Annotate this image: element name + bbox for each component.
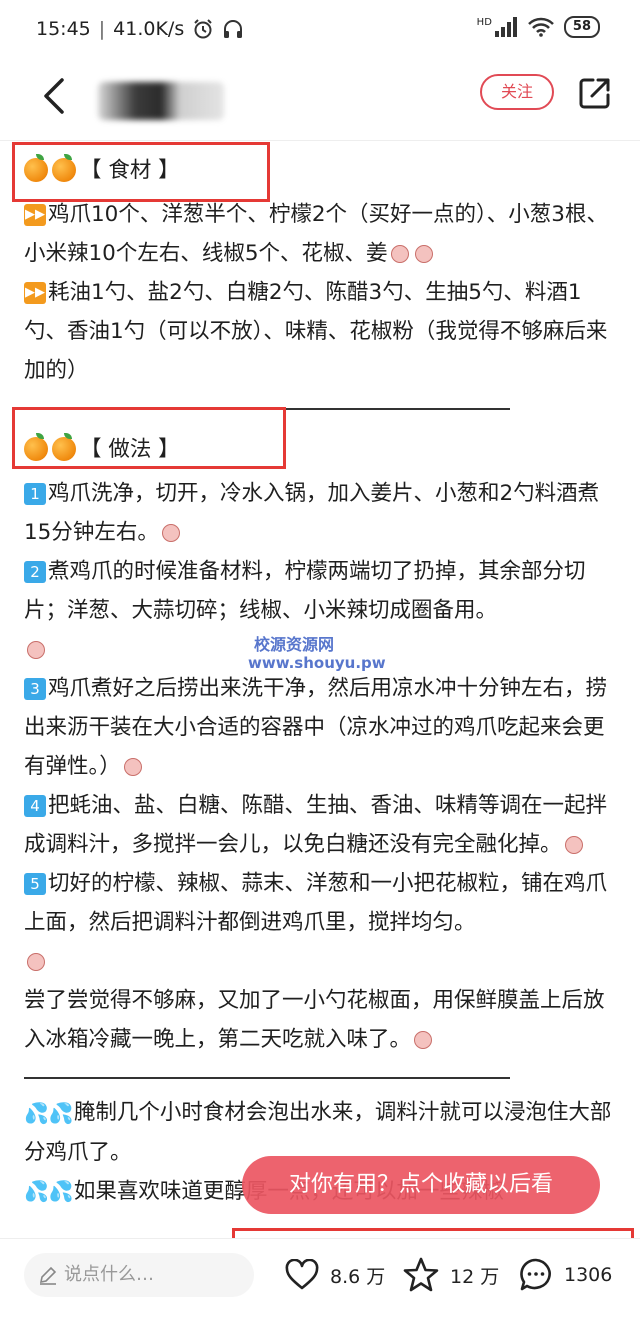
favorite-count: 12 万 <box>450 1265 500 1288</box>
step-4-text: 把蚝油、盐、白糖、陈醋、生抽、香油、味精等调在一起拌成调料汁，多搅拌一会儿，以免… <box>24 793 608 857</box>
step-1: 1 鸡爪洗净，切开，冷水入锅，加入姜片、小葱和2勺料酒煮15分钟左右。 <box>24 474 624 552</box>
favorite-button[interactable]: 12 万 <box>402 1253 499 1297</box>
step-5: 5 切好的柠檬、辣椒、蒜末、洋葱和一小把花椒粒，铺在鸡爪上面，然后把调料汁都倒进鸡… <box>24 864 624 981</box>
network-speed: 41.0K/s <box>113 18 185 40</box>
follow-button[interactable]: 关注 <box>480 74 554 110</box>
comment-placeholder: 说点什么… <box>64 1264 154 1285</box>
pig-emoji-icon <box>414 1031 433 1049</box>
like-button[interactable]: 8.6 万 <box>284 1253 385 1297</box>
speech-bubble-icon <box>520 1258 551 1291</box>
like-count: 8.6 万 <box>330 1265 386 1288</box>
star-icon <box>403 1257 439 1292</box>
comment-input[interactable]: 说点什么… <box>24 1253 254 1297</box>
headset-icon <box>224 20 243 38</box>
comment-count: 1306 <box>564 1264 613 1286</box>
watermark-line-1: 校源资源网 <box>254 635 335 654</box>
status-time: 15:45 <box>36 18 91 40</box>
bottom-action-bar: 说点什么… 8.6 万 12 万 1306 <box>0 1238 640 1324</box>
step-5-text: 切好的柠檬、辣椒、蒜末、洋葱和一小把花椒粒，铺在鸡爪上面，然后把调料汁都倒进鸡爪… <box>24 871 608 935</box>
pencil-icon <box>39 1266 57 1285</box>
post-content: 【 食材 】 ▶▶ 鸡爪10个、洋葱半个、柠檬2个（买好一点的）、小葱3根、小米辣… <box>24 145 624 1211</box>
keycap-2-icon: 2 <box>24 561 46 583</box>
step-3: 3 鸡爪煮好之后捞出来洗干净，然后用凉水冲十分钟左右，捞出来沥干装在大小合适的容器… <box>24 669 624 786</box>
ingredients-paragraph-2: ▶▶ 耗油1勺、盐2勺、白糖2勺、陈醋3勺、生抽5勺、料酒1勺、香油1勺（可以不放… <box>24 273 624 390</box>
step-4: 4 把蚝油、盐、白糖、陈醋、生抽、香油、味精等调在一起拌成调料汁，多搅拌一会儿，以… <box>24 786 624 864</box>
keycap-1-icon: 1 <box>24 483 46 505</box>
note-paragraph: 尝了尝觉得不够麻，又加了一小勺花椒面，用保鲜膜盖上后放入冰箱冷藏一晚上，第二天吃… <box>24 981 624 1059</box>
pig-emoji-icon <box>161 524 180 542</box>
keycap-4-icon: 4 <box>24 795 46 817</box>
sweat-drops-icon: 💦💦 <box>24 1100 74 1125</box>
comment-button[interactable]: 1306 <box>518 1253 612 1297</box>
step-1-text: 鸡爪洗净，切开，冷水入锅，加入姜片、小葱和2勺料酒煮15分钟左右。 <box>24 481 600 545</box>
share-icon[interactable] <box>578 76 612 110</box>
pig-emoji-icon <box>27 641 45 659</box>
annotation-box-method <box>12 407 286 469</box>
pig-emoji-icon <box>123 758 142 776</box>
section-divider <box>24 1077 510 1079</box>
watermark-line-2: www.shouyu.pw <box>248 654 386 672</box>
annotation-box-ingredients <box>12 142 270 202</box>
pig-emoji-icon <box>414 245 433 263</box>
favorite-prompt-toast[interactable]: 对你有用？点个收藏以后看 <box>242 1156 600 1214</box>
post-header: 关注 <box>0 60 640 141</box>
back-arrow-icon[interactable] <box>38 76 72 116</box>
wifi-icon <box>528 17 554 37</box>
status-bar: 15:45 | 41.0K/s HD 58 <box>0 0 640 60</box>
status-separator: | <box>98 18 106 40</box>
alarm-icon <box>194 19 212 39</box>
step-2-text: 煮鸡爪的时候准备材料，柠檬两端切了扔掉，其余部分切片；洋葱、大蒜切碎；线椒、小米… <box>24 559 586 623</box>
note-text: 尝了尝觉得不够麻，又加了一小勺花椒面，用保鲜膜盖上后放入冰箱冷藏一晚上，第二天吃… <box>24 988 605 1052</box>
tip-1-text: 腌制几个小时食材会泡出水来，调料汁就可以浸泡住大部分鸡爪了。 <box>24 1100 612 1165</box>
ingredients-text-1: 鸡爪10个、洋葱半个、柠檬2个（买好一点的）、小葱3根、小米辣10个左右、线椒5… <box>24 202 608 266</box>
ingredients-text-2: 耗油1勺、盐2勺、白糖2勺、陈醋3勺、生抽5勺、料酒1勺、香油1勺（可以不放）、… <box>24 280 608 383</box>
fast-forward-icon: ▶▶ <box>24 204 46 226</box>
signal-hd-label: HD <box>476 16 492 28</box>
fast-forward-icon: ▶▶ <box>24 282 46 304</box>
ingredients-paragraph-1: ▶▶ 鸡爪10个、洋葱半个、柠檬2个（买好一点的）、小葱3根、小米辣10个左右、线… <box>24 195 624 273</box>
pig-emoji-icon <box>390 245 409 263</box>
sweat-drops-icon: 💦💦 <box>24 1179 74 1203</box>
cellular-signal-icon <box>494 17 517 37</box>
pig-emoji-icon <box>564 836 583 854</box>
pig-emoji-icon <box>27 953 45 971</box>
heart-icon <box>285 1259 319 1290</box>
step-3-text: 鸡爪煮好之后捞出来洗干净，然后用凉水冲十分钟左右，捞出来沥干装在大小合适的容器中… <box>24 676 608 779</box>
keycap-5-icon: 5 <box>24 873 46 895</box>
keycap-3-icon: 3 <box>24 678 46 700</box>
author-name-blurred[interactable] <box>98 82 224 120</box>
watermark: 校源资源网 www.shouyu.pw <box>248 635 386 673</box>
battery-indicator: 58 <box>563 16 600 38</box>
